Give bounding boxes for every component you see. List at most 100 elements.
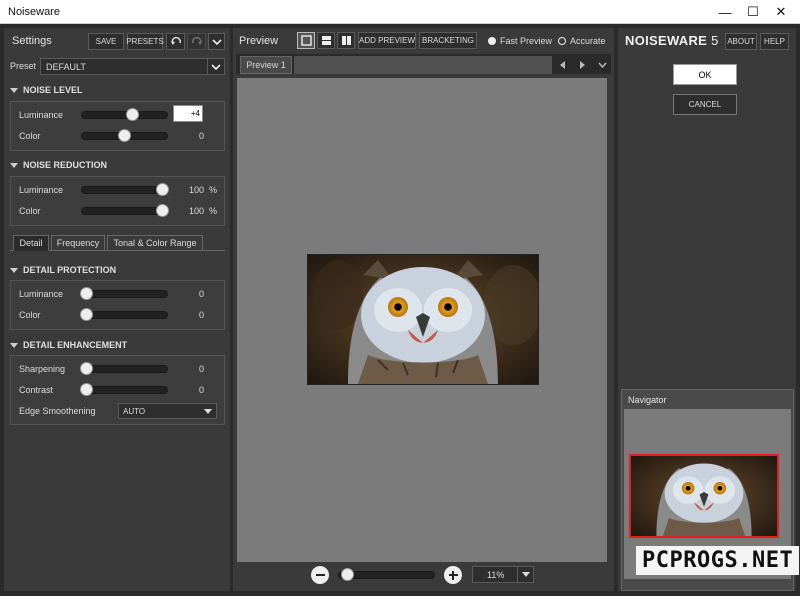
de-contrast-value[interactable]: 0: [181, 385, 204, 395]
zoom-value: 11%: [487, 570, 505, 580]
slider-knob[interactable]: [80, 287, 93, 300]
dp-luminance-slider[interactable]: [80, 287, 168, 300]
save-button[interactable]: SAVE: [88, 33, 124, 50]
edge-smoothening-value: AUTO: [123, 407, 146, 416]
nl-luminance-slider[interactable]: [81, 108, 168, 121]
nr-color-unit: %: [208, 206, 217, 216]
tab-list-button[interactable]: [593, 56, 611, 74]
dp-luminance-label: Luminance: [19, 289, 64, 299]
fast-preview-label[interactable]: Fast Preview: [500, 36, 552, 46]
add-preview-button[interactable]: ADD PREVIEW: [358, 32, 416, 49]
zoom-select[interactable]: 11%: [472, 566, 534, 583]
dp-color-slider[interactable]: [80, 308, 168, 321]
cancel-button[interactable]: CANCEL: [673, 94, 737, 115]
tab-tonal-color-range[interactable]: Tonal & Color Range: [107, 235, 203, 251]
dp-color-value[interactable]: 0: [181, 310, 204, 320]
nl-color-label: Color: [19, 131, 41, 141]
slider-knob[interactable]: [80, 383, 93, 396]
settings-title: Settings: [12, 35, 52, 47]
nr-luminance-unit: %: [208, 185, 217, 195]
preview-title: Preview: [239, 35, 279, 47]
tab-detail[interactable]: Detail: [13, 235, 49, 251]
de-contrast-slider[interactable]: [80, 383, 168, 396]
bracketing-button[interactable]: BRACKETING: [419, 32, 477, 49]
accurate-radio[interactable]: [558, 37, 566, 45]
zoom-dropdown-button[interactable]: [517, 567, 533, 582]
slider-knob[interactable]: [156, 204, 169, 217]
title-bar: Noiseware — ☐ ✕: [0, 0, 800, 24]
slider-knob[interactable]: [118, 129, 131, 142]
preview-tab-1[interactable]: Preview 1: [240, 56, 292, 74]
maximize-icon: ☐: [747, 4, 759, 19]
watermark: PCPROGS.NET: [636, 546, 800, 575]
dp-color-label: Color: [19, 310, 41, 320]
detail-protection-header[interactable]: DETAIL PROTECTION: [10, 263, 225, 277]
chevron-down-icon: [211, 38, 222, 45]
maximize-button[interactable]: ☐: [738, 0, 768, 24]
detail-enhancement-box: Sharpening 0 Contrast 0 Edge Smoothening…: [10, 355, 225, 425]
dp-luminance-value[interactable]: 0: [181, 289, 204, 299]
slider-knob[interactable]: [125, 108, 139, 121]
close-button[interactable]: ✕: [766, 0, 796, 24]
slider-knob[interactable]: [156, 183, 169, 196]
about-button[interactable]: ABOUT: [725, 33, 757, 50]
close-icon: ✕: [775, 4, 787, 19]
navigator-viewport[interactable]: [629, 454, 779, 538]
preset-select[interactable]: DEFAULT: [40, 58, 225, 75]
nl-luminance-label: Luminance: [19, 110, 64, 120]
split-vertical-button[interactable]: [337, 32, 355, 49]
slider-knob[interactable]: [80, 308, 93, 321]
nl-luminance-value-field[interactable]: +4: [173, 105, 203, 122]
nr-luminance-slider[interactable]: [81, 183, 169, 196]
edge-smoothening-dropdown[interactable]: [200, 404, 216, 418]
nr-luminance-value[interactable]: 100: [181, 185, 204, 195]
noise-reduction-title: NOISE REDUCTION: [23, 160, 108, 170]
nl-color-value[interactable]: 0: [181, 131, 204, 141]
nr-color-label: Color: [19, 206, 41, 216]
tab-frequency[interactable]: Frequency: [51, 235, 105, 251]
preset-dropdown-button[interactable]: [207, 59, 224, 74]
slider-knob[interactable]: [80, 362, 93, 375]
edge-smoothening-select[interactable]: AUTO: [118, 403, 217, 419]
de-sharpening-value[interactable]: 0: [181, 364, 204, 374]
noise-reduction-header[interactable]: NOISE REDUCTION: [10, 158, 225, 172]
noise-level-title: NOISE LEVEL: [23, 85, 83, 95]
help-button[interactable]: HELP: [760, 33, 789, 50]
noise-level-header[interactable]: NOISE LEVEL: [10, 83, 225, 97]
settings-menu-button[interactable]: [208, 33, 225, 50]
accurate-label[interactable]: Accurate: [570, 36, 606, 46]
fast-preview-radio[interactable]: [488, 37, 496, 45]
nr-color-slider[interactable]: [81, 204, 169, 217]
minimize-button[interactable]: —: [710, 0, 740, 24]
undo-button[interactable]: [166, 33, 185, 50]
zoom-in-button[interactable]: [444, 566, 462, 584]
split-horizontal-button[interactable]: [317, 32, 335, 49]
caret-left-icon: [559, 61, 565, 69]
zoom-out-button[interactable]: [311, 566, 329, 584]
de-sharpening-slider[interactable]: [80, 362, 168, 375]
single-view-button[interactable]: [297, 32, 315, 49]
redo-button[interactable]: [187, 33, 206, 50]
nl-color-slider[interactable]: [81, 129, 168, 142]
minus-icon: [315, 574, 325, 576]
split-vertical-icon: [341, 36, 351, 45]
undo-icon: [170, 36, 181, 45]
zoom-slider[interactable]: [338, 568, 435, 581]
tab-next-button[interactable]: [573, 56, 591, 74]
brand-version: 5: [711, 33, 719, 48]
ok-button[interactable]: OK: [673, 64, 737, 85]
brand-name: NOISEWARE: [625, 33, 708, 48]
edge-smoothening-label: Edge Smoothening: [19, 406, 96, 416]
window-title: Noiseware: [8, 6, 60, 18]
presets-button[interactable]: PRESETS: [126, 33, 164, 50]
tab-prev-button[interactable]: [553, 56, 571, 74]
plus-icon: [448, 570, 458, 580]
collapse-triangle-icon: [10, 342, 18, 348]
collapse-triangle-icon: [10, 162, 18, 168]
owl-photo: [308, 255, 538, 384]
nr-color-value[interactable]: 100: [181, 206, 204, 216]
chevron-down-icon: [597, 62, 607, 68]
detail-protection-title: DETAIL PROTECTION: [23, 265, 117, 275]
owl-image: [307, 254, 539, 385]
detail-enhancement-header[interactable]: DETAIL ENHANCEMENT: [10, 338, 225, 352]
